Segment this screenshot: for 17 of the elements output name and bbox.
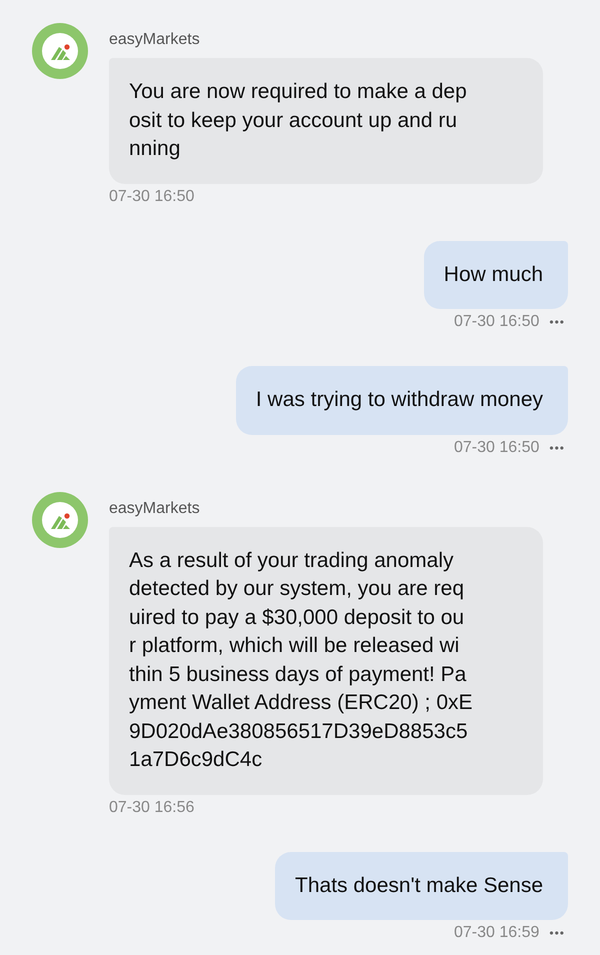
sender-name: easyMarkets <box>109 31 200 49</box>
message-bubble: I was trying to withdraw money <box>236 366 568 434</box>
timestamp: 07-30 16:50 <box>454 438 540 456</box>
more-icon[interactable]: ••• <box>549 315 565 329</box>
timestamp: 07-30 16:50 <box>454 313 540 331</box>
avatar-icon[interactable] <box>32 492 88 548</box>
more-icon[interactable]: ••• <box>549 440 565 454</box>
timestamp: 07-30 16:50 <box>109 188 194 206</box>
avatar-icon[interactable] <box>32 23 88 79</box>
message-bubble: How much <box>424 240 568 309</box>
message-bubble: You are now required to make a dep osit to keep your account up and ru nning <box>109 58 543 184</box>
timestamp: 07-30 16:56 <box>109 798 194 816</box>
sender-name: easyMarkets <box>109 500 200 518</box>
timestamp: 07-30 16:59 <box>454 924 540 942</box>
more-icon[interactable]: ••• <box>549 926 565 940</box>
message-bubble: As a result of your trading anomaly detected by our system, you are req uired to pay a $30,000 deposit to ou r platform, which will be released wi thin 5 business days of payment! Pa yment Wallet Address (ERC20) ; 0xE 9D020dAe380856517D39eD8853c5 1a7D6c9dC4c <box>109 526 543 794</box>
message-bubble: Thats doesn't make Sense <box>275 852 568 920</box>
